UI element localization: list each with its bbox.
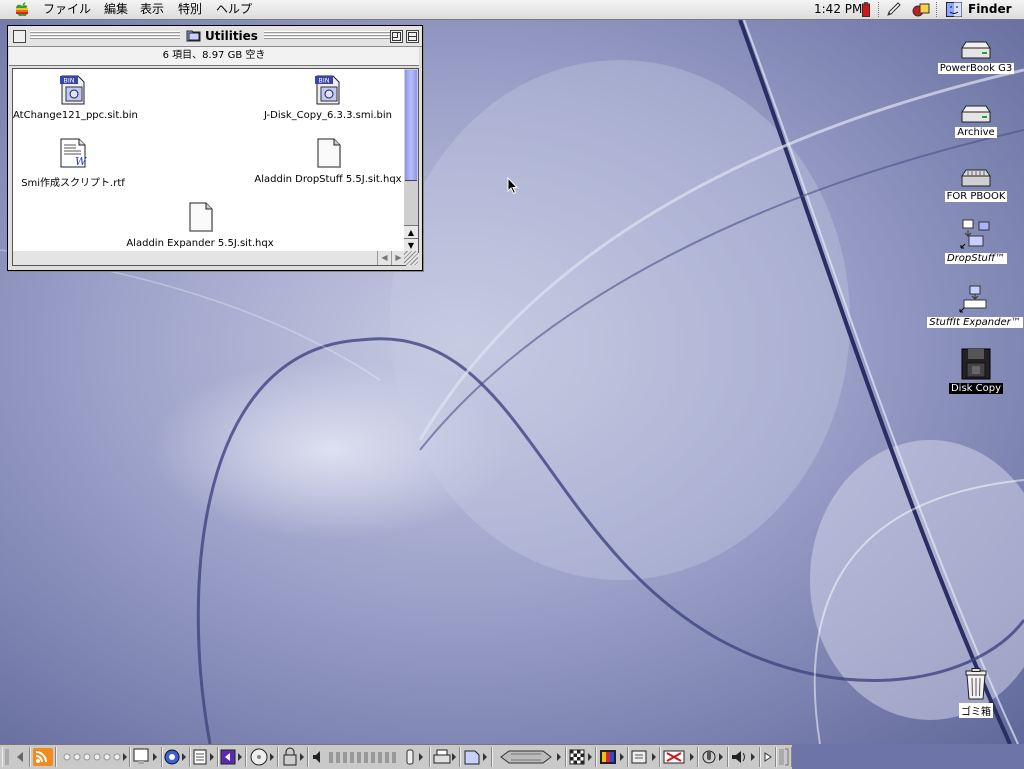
svg-text:W: W bbox=[75, 155, 88, 168]
stuffit-expander-alias-icon bbox=[958, 285, 992, 317]
desktop-icon-label: StuffIt Expander™ bbox=[927, 317, 1023, 328]
desktop-icon-stuffit-expander[interactable]: StuffIt Expander™ bbox=[926, 284, 1024, 328]
menu-edit[interactable]: 編集 bbox=[104, 2, 128, 17]
battery-icon[interactable] bbox=[862, 2, 870, 17]
remote-access-icon[interactable] bbox=[460, 747, 492, 767]
location-manager-icon[interactable] bbox=[492, 747, 566, 767]
desktop-icon-archive[interactable]: Archive bbox=[930, 104, 1022, 138]
scroll-left-arrow[interactable]: ◀ bbox=[377, 251, 391, 265]
generic-document-icon bbox=[253, 137, 403, 172]
bin-archive-icon: BIN bbox=[263, 73, 393, 108]
zoom-box[interactable] bbox=[390, 30, 403, 43]
menubar-clock[interactable]: 1:42 PM bbox=[814, 2, 862, 17]
finder-icon[interactable] bbox=[946, 2, 962, 17]
window-content: BIN AtChange121_ppc.sit.bin BIN J-Disk_C… bbox=[12, 68, 406, 253]
file-item[interactable]: Aladdin DropStuff 5.5J.sit.hqx bbox=[253, 137, 403, 185]
horizontal-scrollbar[interactable]: ◀ ▶ bbox=[12, 251, 406, 266]
collapse-box[interactable] bbox=[406, 30, 419, 43]
desktop-icon-label: PowerBook G3 bbox=[937, 63, 1015, 74]
scroll-down-arrow[interactable]: ▼ bbox=[404, 238, 418, 252]
close-box[interactable] bbox=[13, 30, 26, 43]
mouse-pointer-icon bbox=[507, 176, 519, 198]
desktop-icon-label: DropStuff™ bbox=[944, 253, 1008, 264]
rtf-document-icon: W bbox=[13, 137, 133, 172]
file-name: Aladdin DropStuff 5.5J.sit.hqx bbox=[254, 174, 402, 185]
control-strip bbox=[0, 744, 792, 769]
network-volume-icon bbox=[960, 169, 992, 191]
desktop-icon-for-pbook[interactable]: FOR PBOOK bbox=[930, 168, 1022, 202]
control-strip-scroll-arrow[interactable] bbox=[760, 747, 776, 767]
file-item[interactable]: W Smi作成スクリプト.rtf bbox=[13, 137, 133, 189]
desktop-icon-label: FOR PBOOK bbox=[944, 191, 1008, 202]
keychain-icon[interactable] bbox=[218, 747, 246, 767]
desktop-icon-dropstuff[interactable]: DropStuff™ bbox=[930, 218, 1022, 264]
menu-bar: ファイル 編集 表示 特別 ヘルプ 1:42 PM Finder bbox=[0, 0, 1024, 20]
window-title[interactable]: Utilities bbox=[180, 28, 264, 44]
appletalk-dots-icon[interactable] bbox=[56, 747, 130, 767]
password-lock-icon[interactable] bbox=[278, 747, 308, 767]
control-strip-collapse-tab[interactable] bbox=[2, 747, 30, 767]
quicktime-icon[interactable] bbox=[162, 747, 190, 767]
scroll-up-arrow[interactable]: ▲ bbox=[404, 225, 418, 239]
desktop-icon-label: Disk Copy bbox=[948, 383, 1004, 394]
window-title-text: Utilities bbox=[205, 29, 258, 43]
desktop-icon-disk-copy[interactable]: Disk Copy bbox=[930, 348, 1022, 394]
bin-archive-icon: BIN bbox=[13, 73, 133, 108]
file-name: J-Disk_Copy_6.3.3.smi.bin bbox=[263, 110, 393, 121]
desktop-icon-label: ゴミ箱 bbox=[959, 703, 993, 718]
window-titlebar[interactable]: Utilities bbox=[8, 26, 422, 47]
monitor-resolution-icon[interactable] bbox=[566, 747, 596, 767]
active-app-name[interactable]: Finder bbox=[968, 2, 1012, 17]
disk-copy-icon bbox=[960, 348, 992, 383]
application-switcher-icon[interactable] bbox=[912, 2, 930, 17]
svg-text:BIN: BIN bbox=[63, 77, 74, 85]
apple-logo-icon[interactable] bbox=[14, 1, 32, 18]
desktop-icon-powerbook-g3[interactable]: PowerBook G3 bbox=[930, 40, 1022, 74]
monitor-bit-depth-icon[interactable] bbox=[130, 747, 162, 767]
scroll-thumb[interactable] bbox=[405, 70, 417, 181]
menubar-divider bbox=[936, 2, 938, 17]
color-depth-icon[interactable] bbox=[596, 747, 628, 767]
scroll-right-arrow[interactable]: ▶ bbox=[391, 251, 405, 265]
microphone-icon[interactable] bbox=[698, 747, 728, 767]
file-name: AtChange121_ppc.sit.bin bbox=[13, 110, 138, 121]
control-strip-end-tab[interactable] bbox=[776, 747, 792, 767]
file-name: Aladdin Expander 5.5J.sit.hqx bbox=[126, 238, 274, 249]
menubar-divider bbox=[878, 2, 880, 17]
file-item[interactable]: Aladdin Expander 5.5J.sit.hqx bbox=[125, 201, 275, 249]
svg-text:BIN: BIN bbox=[318, 77, 329, 85]
desktop-icon-trash[interactable]: ゴミ箱 bbox=[930, 668, 1022, 718]
file-sharing-icon[interactable] bbox=[190, 747, 218, 767]
menu-file[interactable]: ファイル bbox=[43, 2, 91, 17]
file-item[interactable]: BIN J-Disk_Copy_6.3.3.smi.bin bbox=[263, 73, 393, 121]
menu-view[interactable]: 表示 bbox=[140, 2, 164, 17]
resize-grow-box[interactable] bbox=[404, 251, 418, 265]
cd-player-icon[interactable] bbox=[246, 747, 278, 767]
energy-saver-icon[interactable] bbox=[660, 747, 698, 767]
rss-feed-icon[interactable] bbox=[30, 747, 56, 767]
sound-volume-slider[interactable] bbox=[308, 747, 430, 767]
window-info-bar: 6 項目、8.97 GB 空き bbox=[9, 47, 419, 66]
dropstuff-alias-icon bbox=[959, 219, 993, 253]
finder-window: Utilities 6 項目、8.97 GB 空き BIN AtChange12… bbox=[7, 25, 423, 271]
printer-icon[interactable] bbox=[430, 747, 460, 767]
hard-disk-icon bbox=[960, 105, 992, 127]
speaker-icon[interactable] bbox=[728, 747, 760, 767]
pencil-icon[interactable] bbox=[886, 2, 902, 17]
file-item[interactable]: BIN AtChange121_ppc.sit.bin bbox=[13, 73, 138, 121]
trash-icon bbox=[963, 668, 989, 703]
hard-disk-icon bbox=[960, 41, 992, 63]
generic-document-icon bbox=[125, 201, 275, 236]
menu-special[interactable]: 特別 bbox=[178, 2, 202, 17]
menu-help[interactable]: ヘルプ bbox=[216, 2, 252, 17]
vertical-scrollbar[interactable]: ▲ ▼ bbox=[404, 68, 419, 253]
folder-icon bbox=[186, 28, 201, 45]
web-sharing-icon[interactable] bbox=[628, 747, 660, 767]
file-name: Smi作成スクリプト.rtf bbox=[21, 178, 125, 189]
desktop-icon-label: Archive bbox=[955, 127, 997, 138]
